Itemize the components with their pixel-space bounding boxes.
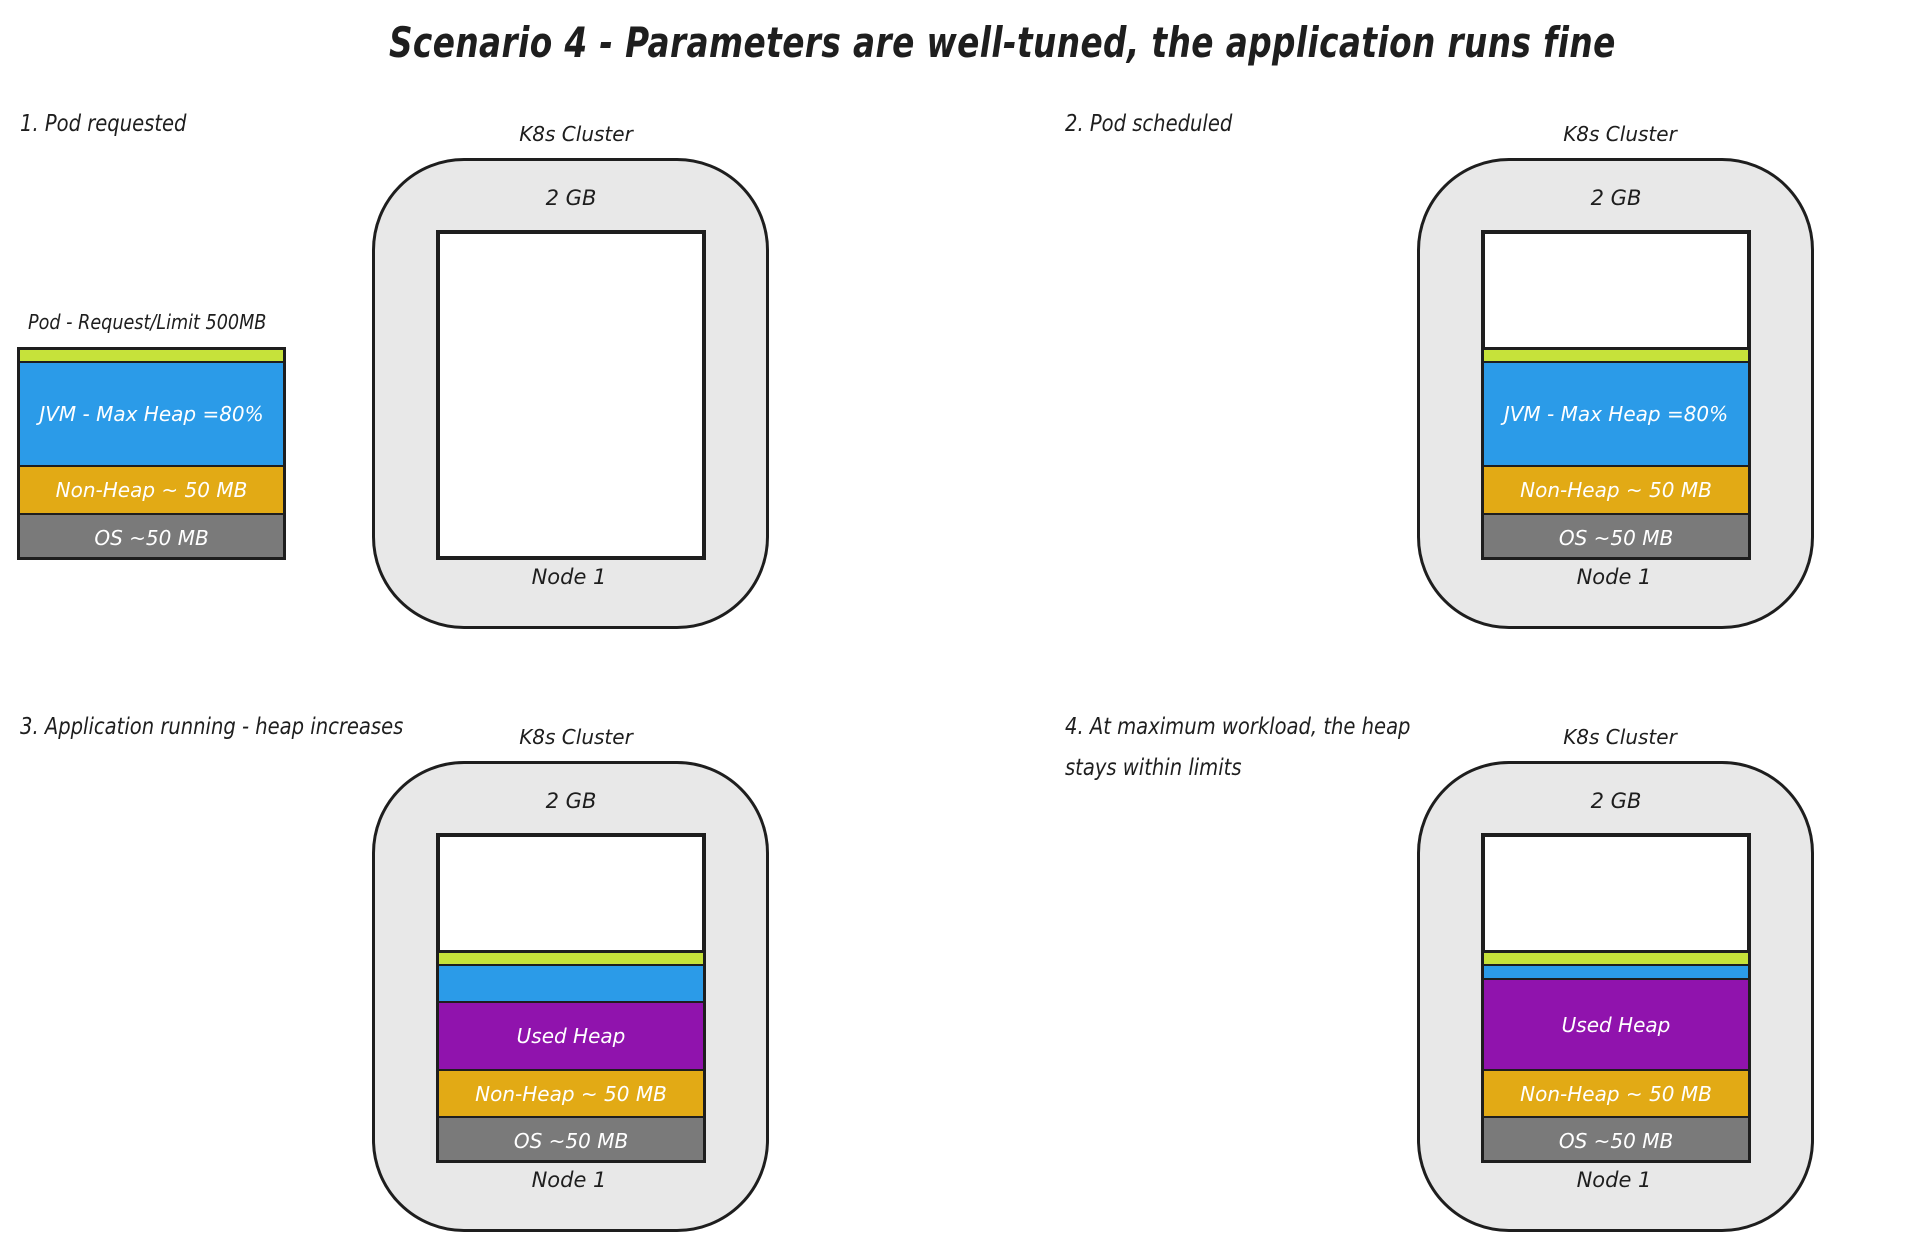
scheduled-pod-stack: JVM - Max Heap =80% Non-Heap ~ 50 MB OS … (1481, 347, 1751, 560)
cluster-label-2: K8s Cluster (1563, 122, 1677, 146)
step-label-4-line-2: stays within limits (1065, 755, 1242, 781)
max-workload-pod-stack: Used Heap Non-Heap ~ 50 MB OS ~50 MB (1481, 950, 1751, 1163)
memory-label-1: 2 GB (545, 186, 597, 210)
node-1-panel-1 (436, 230, 706, 560)
limit-bar-3 (439, 953, 703, 964)
pod-label: Pod - Request/Limit 500MB (28, 310, 267, 334)
step-label-1: 1. Pod requested (20, 111, 187, 137)
memory-label-3: 2 GB (545, 789, 597, 813)
node-label-1: Node 1 (531, 565, 607, 589)
pod-jvm-segment: JVM - Max Heap =80% (20, 361, 283, 465)
used-heap-segment-3: Used Heap (439, 1001, 703, 1069)
running-pod-stack: Used Heap Non-Heap ~ 50 MB OS ~50 MB (436, 950, 706, 1163)
free-heap-segment-4 (1484, 964, 1748, 978)
os-segment-3: OS ~50 MB (439, 1116, 703, 1160)
cluster-label-3: K8s Cluster (519, 725, 633, 749)
free-heap-segment-3 (439, 964, 703, 1001)
os-segment-4: OS ~50 MB (1484, 1116, 1748, 1160)
pod-non-heap-segment: Non-Heap ~ 50 MB (20, 465, 283, 513)
node-label-3: Node 1 (531, 1168, 607, 1192)
pod-os-segment: OS ~50 MB (20, 513, 283, 557)
pod-limit-bar (20, 350, 283, 361)
memory-label-2: 2 GB (1590, 186, 1642, 210)
cluster-label-4: K8s Cluster (1563, 725, 1677, 749)
non-heap-segment-3: Non-Heap ~ 50 MB (439, 1069, 703, 1116)
limit-bar-4 (1484, 953, 1748, 964)
memory-label-4: 2 GB (1590, 789, 1642, 813)
diagram-title: Scenario 4 - Parameters are well-tuned, … (388, 18, 1616, 67)
limit-bar-2 (1484, 350, 1748, 361)
used-heap-segment-4: Used Heap (1484, 978, 1748, 1069)
cluster-label-1: K8s Cluster (519, 122, 633, 146)
non-heap-segment-2: Non-Heap ~ 50 MB (1484, 465, 1748, 513)
pod-stack: JVM - Max Heap =80% Non-Heap ~ 50 MB OS … (17, 347, 286, 560)
step-label-2: 2. Pod scheduled (1065, 111, 1233, 137)
jvm-segment-2: JVM - Max Heap =80% (1484, 361, 1748, 465)
step-label-4-line-1: 4. At maximum workload, the heap (1065, 714, 1411, 740)
step-label-3: 3. Application running - heap increases (20, 714, 404, 740)
node-label-4: Node 1 (1576, 1168, 1652, 1192)
non-heap-segment-4: Non-Heap ~ 50 MB (1484, 1069, 1748, 1116)
node-label-2: Node 1 (1576, 565, 1652, 589)
os-segment-2: OS ~50 MB (1484, 513, 1748, 557)
